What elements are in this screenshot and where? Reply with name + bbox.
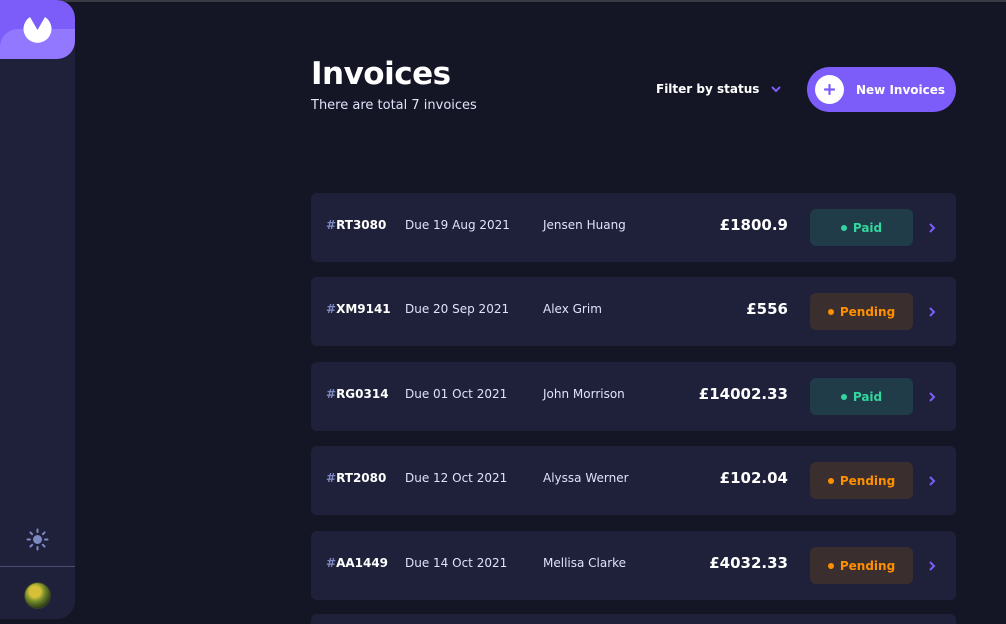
invoice-client: John Morrison xyxy=(543,387,625,401)
invoice-due-date: Due 19 Aug 2021 xyxy=(405,218,510,232)
sidebar xyxy=(0,0,75,619)
invoice-due-date: Due 14 Oct 2021 xyxy=(405,556,508,570)
invoice-client: Mellisa Clarke xyxy=(543,556,627,570)
status-dot xyxy=(840,224,847,231)
chevron-right-icon xyxy=(929,476,936,486)
chevron-down-icon xyxy=(771,85,782,92)
sun-icon[interactable] xyxy=(26,528,49,551)
invoice-row[interactable]: #RG0314 Due 01 Oct 2021 John Morrison £1… xyxy=(311,362,956,431)
invoice-id: #RT2080 xyxy=(326,471,387,485)
plus-icon xyxy=(815,75,844,104)
filter-dropdown[interactable]: Filter by status xyxy=(656,79,782,99)
invoice-id: #RT3080 xyxy=(326,218,387,232)
status-dot xyxy=(827,562,834,569)
invoice-due-date: Due 20 Sep 2021 xyxy=(405,302,510,316)
chevron-right-icon xyxy=(929,561,936,571)
invoice-id: #RG0314 xyxy=(326,387,389,401)
invoice-amount: £102.04 xyxy=(719,469,788,487)
status-badge: Pending xyxy=(810,547,913,584)
chevron-right-icon xyxy=(929,392,936,402)
status-dot xyxy=(827,308,834,315)
invoice-row[interactable]: #XM9141 Due 20 Sep 2021 Alex Grim £556 P… xyxy=(311,277,956,346)
status-dot xyxy=(840,393,847,400)
invoice-row[interactable]: #AA1449 Due 14 Oct 2021 Mellisa Clarke £… xyxy=(311,531,956,600)
invoice-count: There are total 7 invoices xyxy=(311,98,477,113)
sidebar-divider xyxy=(0,566,75,567)
chevron-right-icon xyxy=(929,307,936,317)
status-badge: Pending xyxy=(810,462,913,499)
new-invoice-button[interactable]: New Invoices xyxy=(807,67,956,112)
invoice-id: #XM9141 xyxy=(326,302,391,316)
invoice-row[interactable]: #RT3080 Due 19 Aug 2021 Jensen Huang £18… xyxy=(311,193,956,262)
status-badge: Pending xyxy=(810,293,913,330)
invoice-client: Alyssa Werner xyxy=(543,471,629,485)
invoice-row[interactable]: #RT2080 Due 12 Oct 2021 Alyssa Werner £1… xyxy=(311,446,956,515)
invoice-amount: £556 xyxy=(746,300,788,318)
invoice-client: Alex Grim xyxy=(543,302,602,316)
new-invoice-label: New Invoices xyxy=(856,82,946,97)
invoice-row[interactable] xyxy=(311,614,956,624)
invoice-list-page: Invoices There are total 7 invoices Filt… xyxy=(311,0,956,624)
logo-icon xyxy=(23,17,52,43)
logo[interactable] xyxy=(0,0,75,59)
filter-label: Filter by status xyxy=(656,82,760,96)
invoice-client: Jensen Huang xyxy=(543,218,626,232)
status-badge: Paid xyxy=(810,378,913,415)
status-badge: Paid xyxy=(810,209,913,246)
status-dot xyxy=(827,477,834,484)
page-title: Invoices xyxy=(311,56,451,92)
chevron-right-icon xyxy=(929,223,936,233)
invoice-amount: £14002.33 xyxy=(698,385,788,403)
invoice-due-date: Due 12 Oct 2021 xyxy=(405,471,508,485)
invoice-due-date: Due 01 Oct 2021 xyxy=(405,387,508,401)
invoice-id: #AA1449 xyxy=(326,556,389,570)
invoice-amount: £1800.9 xyxy=(719,216,788,234)
avatar[interactable] xyxy=(24,582,51,609)
invoice-amount: £4032.33 xyxy=(709,554,788,572)
